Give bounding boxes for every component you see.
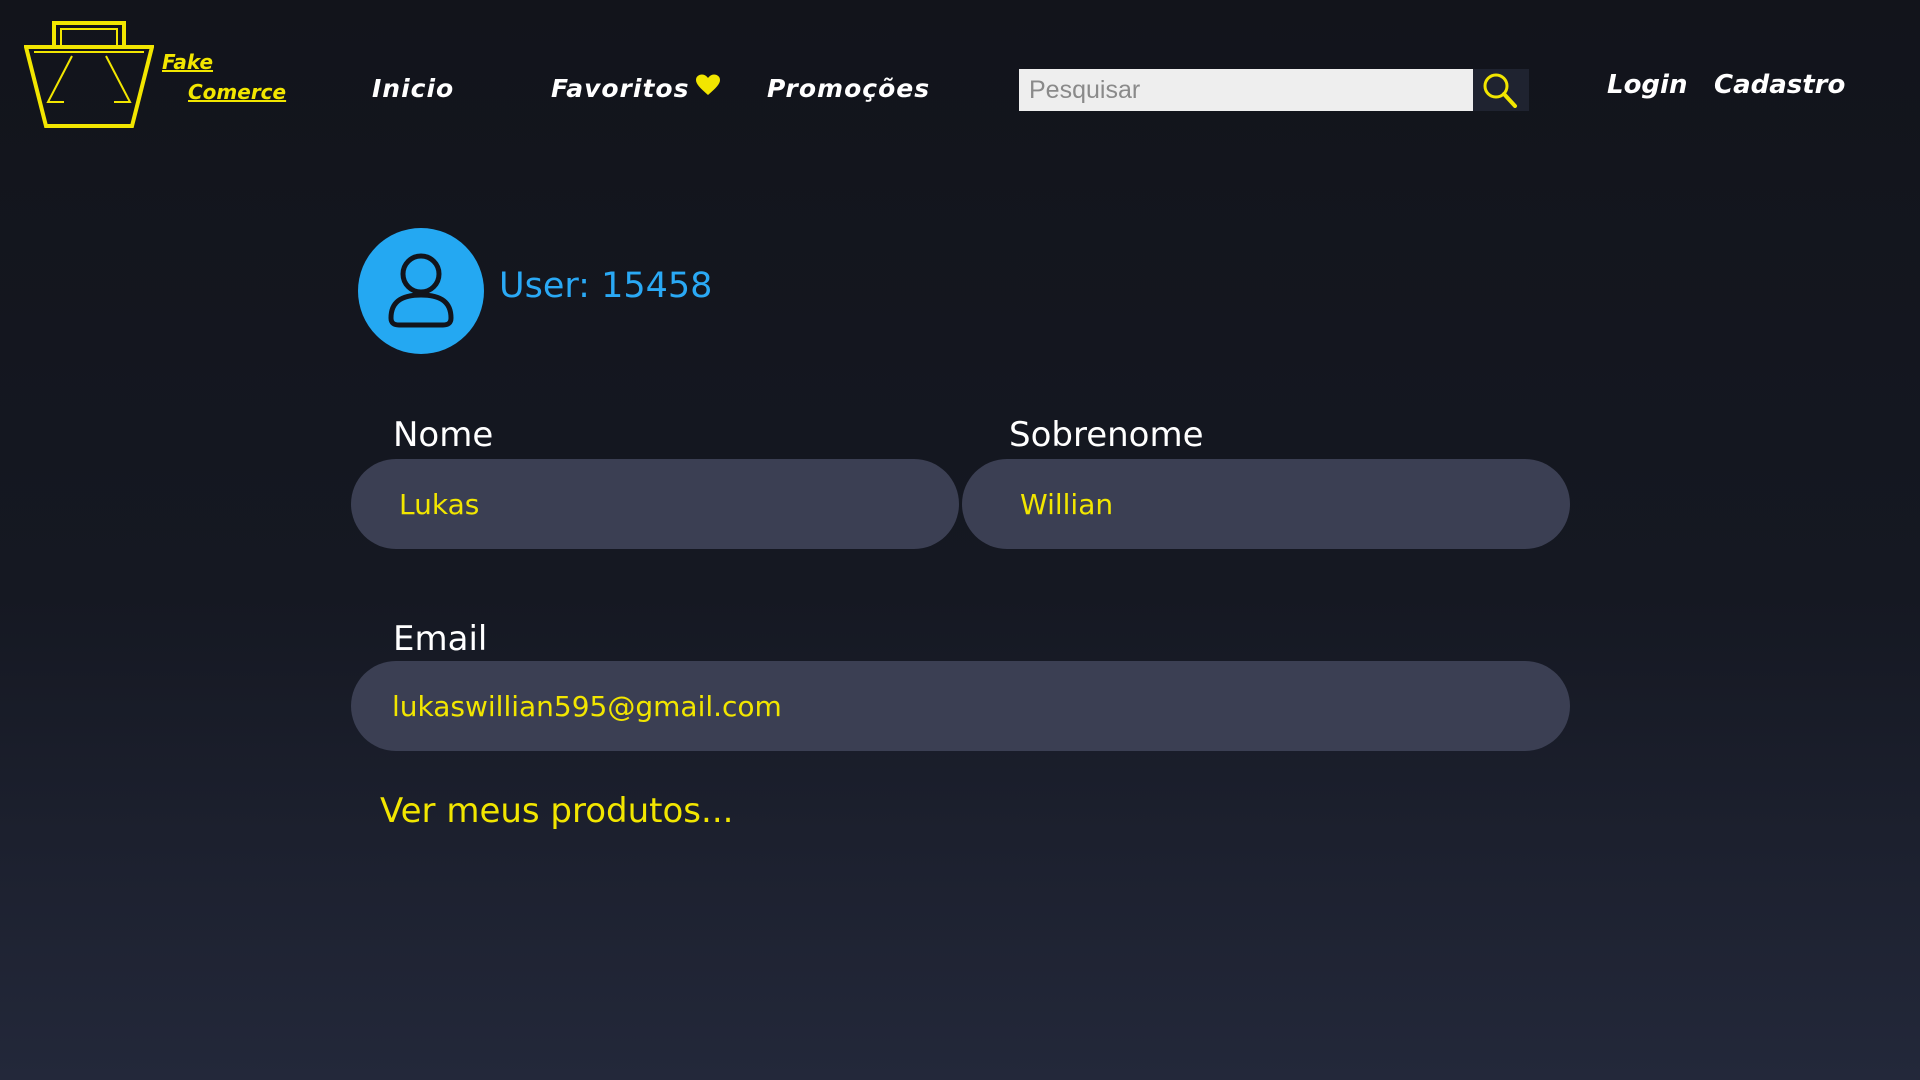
nav-inicio[interactable]: Inicio: [372, 74, 454, 103]
heart-icon: [695, 73, 721, 102]
sobrenome-label: Sobrenome: [1009, 415, 1204, 455]
brand-name-line1: Fake: [162, 50, 214, 74]
cadastro-link[interactable]: Cadastro: [1714, 70, 1845, 100]
brand-name-line2: Comerce: [188, 80, 287, 104]
email-label: Email: [393, 619, 488, 659]
brand-logo[interactable]: Fake Comerce: [24, 20, 287, 132]
search-input[interactable]: [1019, 69, 1473, 111]
sobrenome-field[interactable]: [962, 459, 1570, 549]
view-my-products-link[interactable]: Ver meus produtos...: [380, 791, 733, 831]
shopping-bag-logo-icon: [24, 21, 154, 128]
search-button[interactable]: [1473, 69, 1529, 111]
avatar: [358, 228, 484, 354]
search-icon: [1483, 73, 1517, 108]
nome-label: Nome: [393, 415, 494, 455]
login-link[interactable]: Login: [1607, 70, 1687, 100]
user-icon: [388, 253, 454, 328]
email-field[interactable]: [351, 661, 1570, 751]
nome-field[interactable]: [351, 459, 959, 549]
nav-promocoes[interactable]: Promoções: [767, 74, 930, 103]
nav-favoritos-label: Favoritos: [551, 74, 690, 103]
user-id-label: User: 15458: [499, 266, 713, 306]
nav-favoritos[interactable]: Favoritos: [551, 74, 721, 103]
